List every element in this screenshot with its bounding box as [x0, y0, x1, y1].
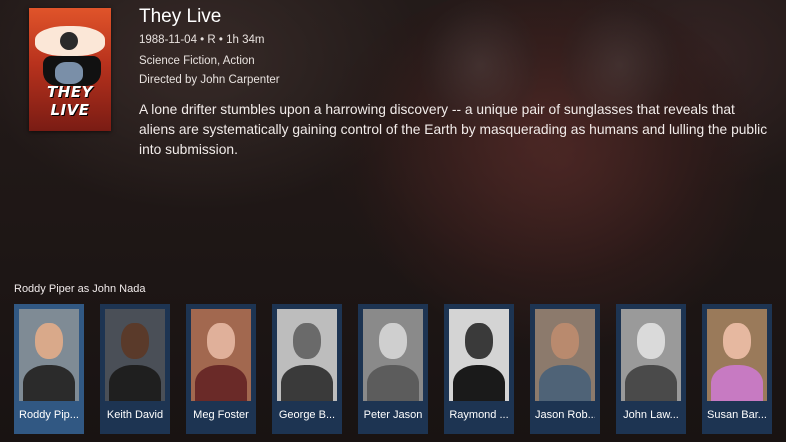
cast-card[interactable]: George B... — [272, 304, 342, 434]
cast-name: Jason Rob... — [535, 409, 595, 421]
cast-photo — [449, 309, 509, 401]
cast-name: Keith David — [106, 409, 164, 421]
cast-photo — [105, 309, 165, 401]
movie-director: Directed by John Carpenter — [139, 74, 280, 86]
cast-name: John Law... — [623, 409, 679, 421]
cast-photo — [363, 309, 423, 401]
poster-title-art: THEY LIVE — [47, 83, 93, 119]
cast-photo — [191, 309, 251, 401]
cast-photo — [535, 309, 595, 401]
cast-name: Raymond ... — [449, 409, 509, 421]
cast-name: Meg Foster — [193, 409, 249, 421]
selected-cast-caption: Roddy Piper as John Nada — [14, 283, 146, 295]
cast-card[interactable]: Susan Bar... — [702, 304, 772, 434]
cast-photo — [19, 309, 79, 401]
cast-name: George B... — [278, 409, 336, 421]
movie-description: A lone drifter stumbles upon a harrowing… — [139, 102, 768, 157]
cast-name: Peter Jason — [363, 409, 423, 421]
cast-photo — [621, 309, 681, 401]
cast-card[interactable]: Jason Rob... — [530, 304, 600, 434]
cast-photo — [707, 309, 767, 401]
cast-row: Roddy Pip... Keith David Meg Foster Geor… — [14, 304, 784, 434]
movie-title: They Live — [139, 6, 222, 27]
movie-meta-date-rating-runtime: 1988-11-04 • R • 1h 34m — [139, 34, 265, 46]
movie-poster: THEY LIVE — [29, 8, 111, 131]
cast-card[interactable]: Roddy Pip... — [14, 304, 84, 434]
cast-name: Susan Bar... — [707, 409, 767, 421]
cast-card[interactable]: Keith David — [100, 304, 170, 434]
cast-name: Roddy Pip... — [19, 409, 79, 421]
cast-card[interactable]: Peter Jason — [358, 304, 428, 434]
cast-photo — [277, 309, 337, 401]
movie-genres: Science Fiction, Action — [139, 55, 255, 67]
cast-card[interactable]: John Law... — [616, 304, 686, 434]
cast-card[interactable]: Raymond ... — [444, 304, 514, 434]
cast-card[interactable]: Meg Foster — [186, 304, 256, 434]
